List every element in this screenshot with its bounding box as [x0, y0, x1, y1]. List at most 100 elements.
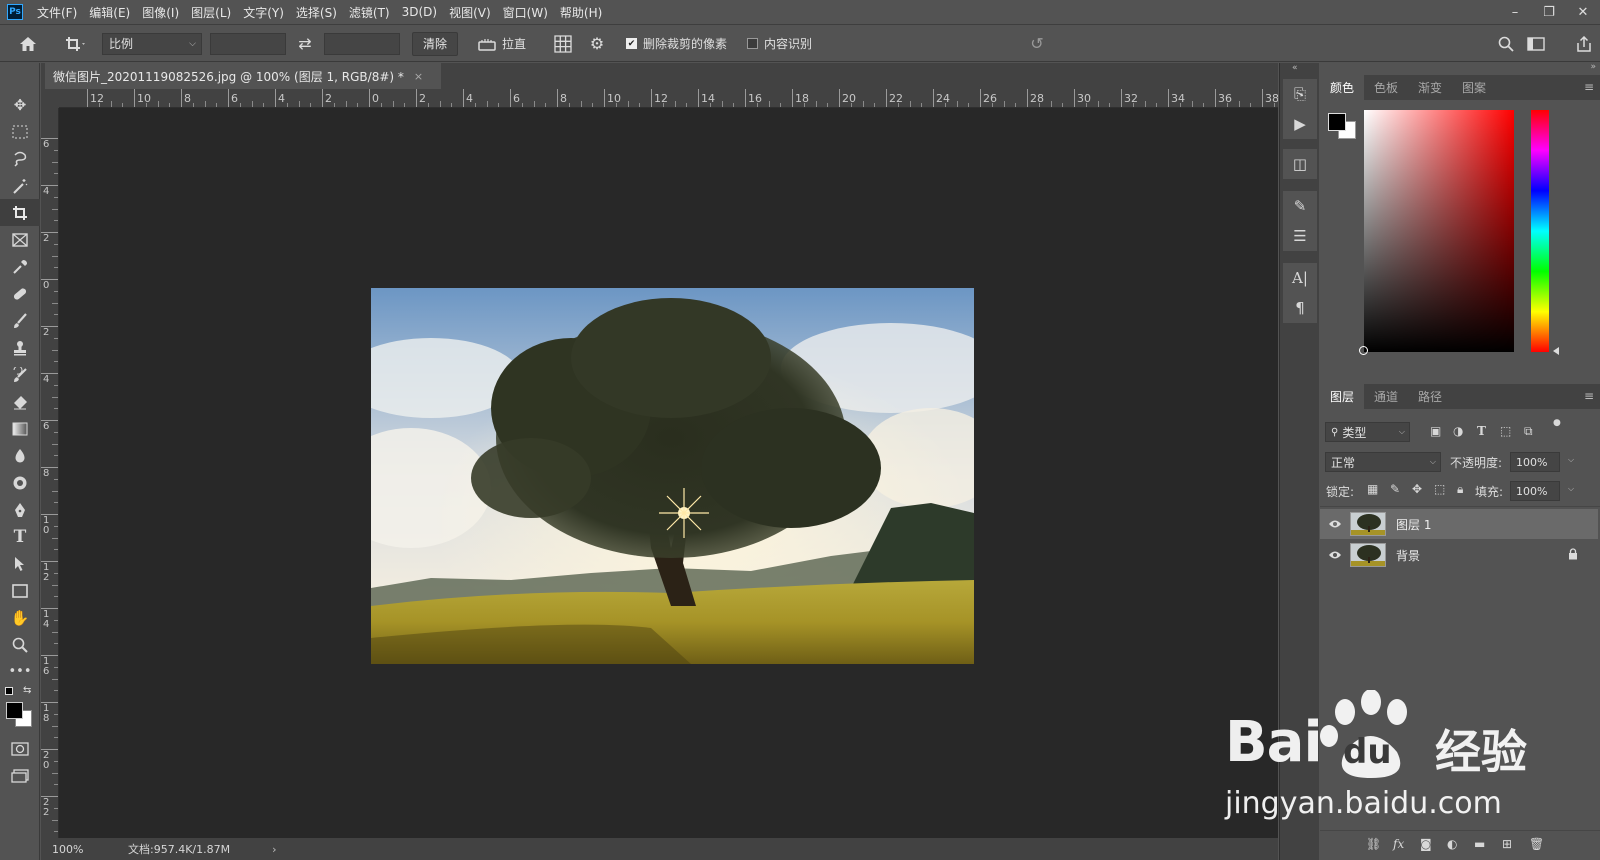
layer-name[interactable]: 图层 1 [1396, 516, 1431, 533]
eyedropper-icon[interactable] [0, 253, 40, 280]
fill-dropdown-icon[interactable]: ⌵ [1568, 484, 1574, 494]
status-menu-arrow[interactable]: › [272, 843, 276, 856]
document-info[interactable]: 文档:957.4K/1.87M [128, 841, 230, 857]
clear-button[interactable]: 清除 [412, 31, 458, 56]
crop-height-input[interactable] [324, 32, 400, 55]
lock-all-icon[interactable]: 🔒︎ [1457, 482, 1463, 497]
tab-gradients[interactable]: 渐变 [1408, 75, 1452, 100]
adjustment-icon[interactable]: ◐ [1447, 837, 1457, 851]
share-icon[interactable] [1572, 35, 1596, 52]
paragraph-panel-icon[interactable]: ¶ [1283, 293, 1317, 323]
swap-colors-icon[interactable]: ⇆ [23, 685, 31, 696]
fill-input[interactable]: 100% [1510, 481, 1560, 501]
search-icon[interactable] [1494, 36, 1518, 52]
blur-tool-icon[interactable] [0, 442, 40, 469]
ratio-select[interactable]: 比例 ⌵ [102, 32, 202, 55]
clone-stamp-icon[interactable] [0, 334, 40, 361]
move-tool-icon[interactable]: ✥ [0, 91, 40, 118]
color-field[interactable] [1364, 110, 1514, 352]
panel-collapse-icon[interactable]: » [1590, 62, 1596, 72]
horizontal-ruler[interactable]: 12 10 8 6 4 2 0 2 4 6 8 10 12 14 16 18 20 22 24 26 28 30 32 34 3… [59, 89, 1278, 108]
menu-type[interactable]: 文字(Y) [243, 4, 284, 21]
collapse-arrows-icon[interactable]: « [1292, 63, 1298, 73]
home-icon[interactable] [8, 36, 48, 52]
rectangle-tool-icon[interactable] [0, 577, 40, 604]
straighten-icon[interactable] [472, 37, 502, 51]
document-tab[interactable]: 微信图片_20201119082526.jpg @ 100% (图层 1, RG… [45, 63, 441, 89]
layer-row[interactable]: 图层 1 [1320, 509, 1598, 539]
path-selection-icon[interactable] [0, 550, 40, 577]
vertical-ruler[interactable]: 6 4 2 0 2 4 6 8 1 0 1 2 1 4 1 6 1 8 2 0 2 2 [41, 108, 59, 838]
straighten-label[interactable]: 拉直 [502, 35, 526, 52]
tab-patterns[interactable]: 图案 [1452, 75, 1496, 100]
layer-filter-select[interactable]: ⚲ 类型 ⌵ [1325, 422, 1410, 442]
default-colors-icon[interactable] [5, 687, 13, 695]
menu-3d[interactable]: 3D(D) [402, 5, 437, 19]
folder-icon[interactable]: ▬ [1474, 837, 1485, 851]
minimize-button[interactable]: – [1498, 0, 1532, 25]
marquee-tool-icon[interactable] [0, 118, 40, 145]
lock-transparent-icon[interactable]: ▦ [1367, 482, 1378, 496]
opacity-input[interactable]: 100% [1510, 452, 1560, 472]
menu-filter[interactable]: 滤镜(T) [349, 4, 390, 21]
dodge-tool-icon[interactable] [0, 469, 40, 496]
lasso-tool-icon[interactable] [0, 145, 40, 172]
layer-name[interactable]: 背景 [1396, 547, 1420, 564]
close-tab-icon[interactable]: × [414, 70, 423, 83]
gear-icon[interactable]: ⚙ [582, 34, 612, 53]
quick-mask-icon[interactable] [0, 735, 40, 762]
frame-tool-icon[interactable] [0, 226, 40, 253]
layers-panel-menu-icon[interactable]: ≡ [1584, 389, 1594, 403]
lock-artboard-icon[interactable]: ⬚ [1434, 482, 1445, 496]
menu-help[interactable]: 帮助(H) [560, 4, 602, 21]
delete-cropped-checkbox[interactable]: ✔ [626, 38, 638, 49]
zoom-tool-icon[interactable] [0, 631, 40, 658]
delete-cropped-pixels-option[interactable]: ✔ 删除裁剪的像素 [626, 35, 727, 52]
filter-pixel-icon[interactable]: ▣ [1430, 424, 1441, 438]
canvas-area[interactable] [59, 108, 1278, 838]
more-tools-icon[interactable]: ••• [0, 658, 40, 685]
actions-panel-icon[interactable]: ▶ [1283, 109, 1317, 139]
tab-color[interactable]: 颜色 [1320, 75, 1365, 100]
menu-window[interactable]: 窗口(W) [503, 4, 548, 21]
menu-image[interactable]: 图像(I) [142, 4, 179, 21]
menu-edit[interactable]: 编辑(E) [89, 4, 130, 21]
menu-view[interactable]: 视图(V) [449, 4, 491, 21]
tab-paths[interactable]: 路径 [1408, 384, 1452, 409]
crop-tool-icon[interactable] [0, 199, 40, 226]
menu-select[interactable]: 选择(S) [296, 4, 337, 21]
lock-position-icon[interactable]: ✥ [1412, 482, 1422, 496]
screen-mode-icon[interactable] [0, 762, 40, 789]
close-window-button[interactable]: ✕ [1566, 0, 1600, 25]
magic-wand-icon[interactable] [0, 172, 40, 199]
history-panel-icon[interactable]: ⎘ [1283, 79, 1317, 109]
character-panel-icon[interactable]: A| [1283, 263, 1317, 293]
brush-tool-icon[interactable] [0, 307, 40, 334]
libraries-panel-icon[interactable]: ◫ [1283, 149, 1317, 179]
opacity-dropdown-icon[interactable]: ⌵ [1568, 455, 1574, 465]
document-image[interactable] [371, 288, 974, 664]
restore-button[interactable]: ❐ [1532, 0, 1566, 25]
link-icon[interactable]: ⛓ [1366, 837, 1381, 851]
pen-tool-icon[interactable] [0, 496, 40, 523]
filter-adjustment-icon[interactable]: ◑ [1453, 424, 1463, 438]
crop-tool-preset-icon[interactable] [56, 36, 96, 52]
gradient-tool-icon[interactable] [0, 415, 40, 442]
overlay-grid-icon[interactable] [548, 34, 578, 53]
swap-icon[interactable]: ⇄ [286, 34, 324, 53]
tab-layers[interactable]: 图层 [1320, 384, 1365, 409]
layer-row[interactable]: 背景 [1320, 540, 1598, 570]
adjustments-icon[interactable]: ☰ [1283, 221, 1317, 251]
filter-type-icon[interactable]: T [1477, 424, 1486, 438]
color-field-picker[interactable] [1359, 346, 1368, 355]
filter-shape-icon[interactable]: ⬚ [1500, 424, 1511, 438]
brush-settings-icon[interactable]: ✎ [1283, 191, 1317, 221]
lock-image-icon[interactable]: ✎ [1390, 482, 1400, 496]
tab-channels[interactable]: 通道 [1364, 384, 1408, 409]
eraser-icon[interactable] [0, 388, 40, 415]
mask-icon[interactable]: ◙ [1420, 837, 1432, 851]
zoom-level[interactable]: 100% [52, 843, 128, 856]
content-aware-checkbox[interactable] [747, 38, 759, 49]
menu-file[interactable]: 文件(F) [37, 4, 77, 21]
content-aware-option[interactable]: 内容识别 [747, 35, 812, 52]
